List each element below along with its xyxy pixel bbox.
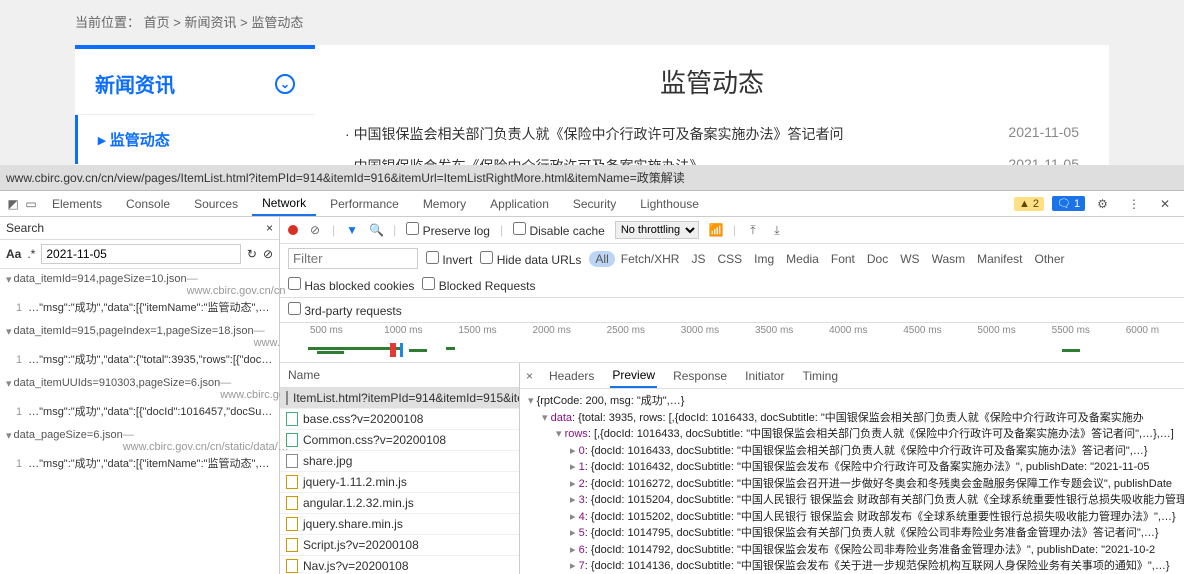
request-row[interactable]: base.css?v=20200108 <box>280 409 519 430</box>
filter-type[interactable]: Img <box>748 251 780 267</box>
clear-icon[interactable]: ⊘ <box>263 247 273 261</box>
search-title: Search <box>6 221 44 235</box>
more-icon[interactable]: ⋮ <box>1128 197 1140 211</box>
search-result[interactable]: data_pageSize=6.json— www.cbirc.gov.cn/c… <box>0 425 279 477</box>
tab-lighthouse[interactable]: Lighthouse <box>630 193 709 215</box>
tab-sources[interactable]: Sources <box>184 193 248 215</box>
devtools: ◩ ▭ Elements Console Sources Network Per… <box>0 191 1184 574</box>
filter-type[interactable]: CSS <box>711 251 748 267</box>
sidebar: 新闻资讯 ⌄ 监管动态 <box>75 45 315 165</box>
wifi-icon[interactable]: 📶 <box>709 223 723 237</box>
download-icon[interactable]: ⤓ <box>770 223 784 238</box>
filter-icon[interactable]: ▼ <box>345 223 359 237</box>
json-row[interactable]: 0: {docId: 1016433, docSubtitle: "中国银保监会… <box>528 443 1184 460</box>
crumb-home[interactable]: 首页 <box>144 15 170 30</box>
search-result[interactable]: data_itemUUIds=910303,pageSize=6.json— w… <box>0 373 279 425</box>
news-row[interactable]: 中国银保监会相关部门负责人就《保险中介行政许可及备案实施办法》答记者问 2021… <box>345 118 1079 150</box>
blocked-requests[interactable]: Blocked Requests <box>422 277 535 293</box>
tab-console[interactable]: Console <box>116 193 180 215</box>
filter-type[interactable]: JS <box>685 251 711 267</box>
close-icon[interactable]: ✕ <box>1160 197 1170 211</box>
inspect-icon[interactable]: ◩ <box>6 197 20 211</box>
chevron-down-icon[interactable]: ⌄ <box>275 74 295 94</box>
gear-icon[interactable]: ⚙ <box>1097 197 1108 211</box>
tab-memory[interactable]: Memory <box>413 193 476 215</box>
json-row[interactable]: 1: {docId: 1016432, docSubtitle: "中国银保监会… <box>528 459 1184 476</box>
sidebar-title: 新闻资讯 <box>95 69 175 98</box>
tab-application[interactable]: Application <box>480 193 559 215</box>
tab-network[interactable]: Network <box>252 192 316 216</box>
filter-type[interactable]: Wasm <box>926 251 972 267</box>
tab-headers[interactable]: Headers <box>547 365 596 387</box>
request-row[interactable]: Common.css?v=20200108 <box>280 430 519 451</box>
match-case-icon[interactable]: Aa <box>6 247 21 261</box>
filter-type[interactable]: All <box>589 251 614 267</box>
filter-type[interactable]: Fetch/XHR <box>615 251 686 267</box>
request-row[interactable]: angular.1.2.32.min.js <box>280 493 519 514</box>
tab-performance[interactable]: Performance <box>320 193 409 215</box>
request-row[interactable]: jquery.share.min.js <box>280 514 519 535</box>
request-row[interactable]: share.jpg <box>280 451 519 472</box>
crumb-cat[interactable]: 监管动态 <box>251 15 303 30</box>
warning-badge[interactable]: ▲ 2 <box>1014 197 1044 211</box>
json-row[interactable]: 4: {docId: 1015202, docSubtitle: "中国人民银行… <box>528 509 1184 526</box>
refresh-icon[interactable]: ↻ <box>247 247 257 261</box>
search-icon[interactable]: 🔍 <box>369 223 383 237</box>
tab-response[interactable]: Response <box>671 365 729 387</box>
breadcrumb: 当前位置： 首页 > 新闻资讯 > 监管动态 <box>75 8 1109 41</box>
request-row[interactable]: jquery-1.11.2.min.js <box>280 472 519 493</box>
device-icon[interactable]: ▭ <box>24 197 38 211</box>
invert-check[interactable]: Invert <box>426 251 472 267</box>
json-row[interactable]: 2: {docId: 1016272, docSubtitle: "中国银保监会… <box>528 476 1184 493</box>
json-preview[interactable]: {rptCode: 200, msg: "成功",…} data: {total… <box>520 389 1184 574</box>
news-row[interactable]: 中国银保监会发布《保险中介行政许可及备案实施办法》 2021-11-05 <box>345 150 1079 165</box>
clear-icon[interactable]: ⊘ <box>308 223 322 237</box>
search-panel: Search × Aa .* ↻ ⊘ data_itemId=914,pageS… <box>0 217 280 574</box>
throttle-select[interactable]: No throttling <box>615 221 699 239</box>
close-icon[interactable]: × <box>266 221 273 235</box>
request-row[interactable]: Script.js?v=20200108 <box>280 535 519 556</box>
request-list: Name ItemList.html?itemPId=914&itemId=91… <box>280 363 520 574</box>
tab-timing[interactable]: Timing <box>800 365 840 387</box>
regex-icon[interactable]: .* <box>27 247 35 261</box>
search-input[interactable] <box>41 244 241 264</box>
info-badge[interactable]: 🗨 1 <box>1052 196 1085 211</box>
request-detail: × Headers Preview Response Initiator Tim… <box>520 363 1184 574</box>
tab-preview[interactable]: Preview <box>610 364 657 388</box>
waterfall[interactable]: 500 ms1000 ms1500 ms2000 ms2500 ms3000 m… <box>280 323 1184 363</box>
filter-type[interactable]: Other <box>1028 251 1070 267</box>
search-result[interactable]: data_itemId=914,pageSize=10.json— www.cb… <box>0 269 279 321</box>
filter-type[interactable]: Font <box>825 251 861 267</box>
filter-input[interactable] <box>288 248 418 269</box>
filter-type[interactable]: Doc <box>861 251 894 267</box>
crumb-news[interactable]: 新闻资讯 <box>185 15 237 30</box>
tab-security[interactable]: Security <box>563 193 626 215</box>
filter-type[interactable]: Manifest <box>971 251 1028 267</box>
tab-elements[interactable]: Elements <box>42 193 112 215</box>
close-icon[interactable]: × <box>526 369 533 383</box>
hide-data-urls[interactable]: Hide data URLs <box>480 251 581 267</box>
tab-initiator[interactable]: Initiator <box>743 365 786 387</box>
json-row[interactable]: 6: {docId: 1014792, docSubtitle: "中国银保监会… <box>528 542 1184 559</box>
disable-cache[interactable]: Disable cache <box>513 222 605 238</box>
third-party[interactable]: 3rd-party requests <box>288 302 402 318</box>
upload-icon[interactable]: ⤒ <box>746 223 760 238</box>
json-row[interactable]: 5: {docId: 1014795, docSubtitle: "中国银保监会… <box>528 525 1184 542</box>
blocked-cookies[interactable]: Has blocked cookies <box>288 277 414 293</box>
json-row[interactable]: 3: {docId: 1015204, docSubtitle: "中国人民银行… <box>528 492 1184 509</box>
preserve-log[interactable]: Preserve log <box>406 222 490 238</box>
request-row[interactable]: ItemList.html?itemPId=914&itemId=915&ite… <box>280 388 519 409</box>
status-url: www.cbirc.gov.cn/cn/view/pages/ItemList.… <box>0 165 1184 191</box>
page-title: 监管动态 <box>345 55 1079 118</box>
search-result[interactable]: data_itemId=915,pageIndex=1,pageSize=18.… <box>0 321 279 373</box>
sidebar-item-cat[interactable]: 监管动态 <box>75 115 315 164</box>
filter-type[interactable]: WS <box>894 251 925 267</box>
filter-type[interactable]: Media <box>780 251 825 267</box>
request-row[interactable]: Nav.js?v=20200108 <box>280 556 519 574</box>
record-icon[interactable] <box>288 225 298 235</box>
json-row[interactable]: 7: {docId: 1014136, docSubtitle: "中国银保监会… <box>528 558 1184 574</box>
